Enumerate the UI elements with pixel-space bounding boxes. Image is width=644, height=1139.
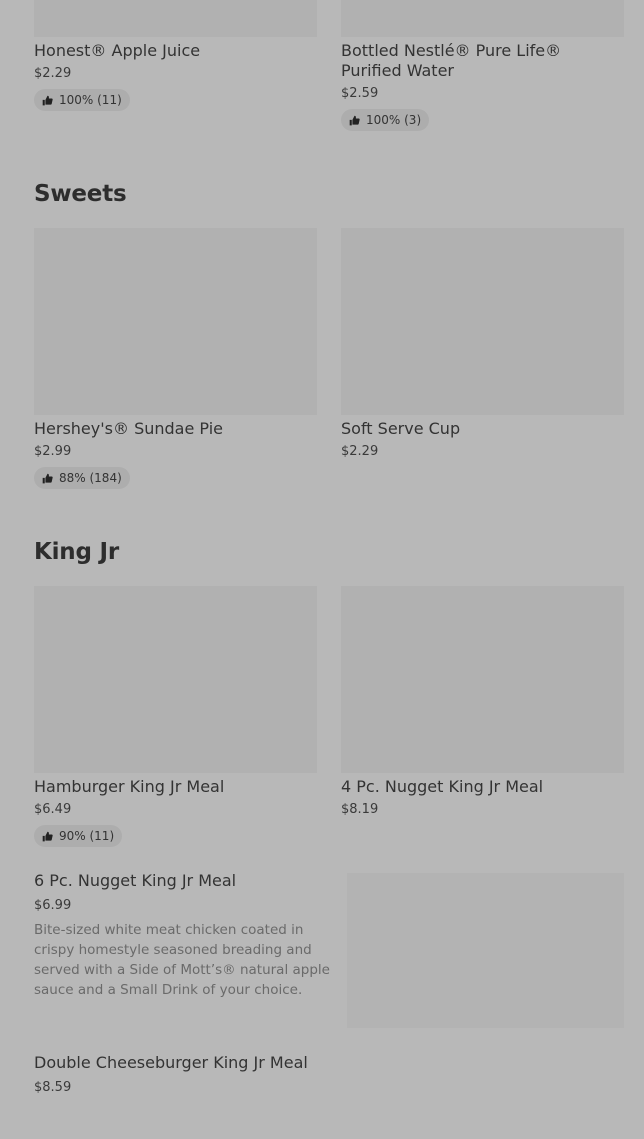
item-image-6pc-nugget-meal	[347, 873, 624, 1028]
section-title-sweets: Sweets	[34, 181, 127, 207]
list-item-6pc-nugget-meal[interactable]: 6 Pc. Nugget King Jr Meal $6.99 Bite-siz…	[34, 871, 624, 1029]
section-title-king-jr: King Jr	[34, 539, 120, 565]
rating-badge: 100% (3)	[341, 109, 430, 131]
item-image-honest-apple-juice[interactable]	[34, 0, 317, 37]
item-price: $6.49	[34, 802, 72, 817]
item-price: $2.59	[341, 86, 379, 101]
rating-text: 88% (184)	[59, 471, 122, 485]
item-image-hamburger-meal[interactable]	[34, 586, 317, 773]
rating-text: 100% (3)	[366, 113, 422, 127]
thumbs-up-icon	[349, 115, 360, 126]
thumbs-up-icon	[42, 473, 53, 484]
item-image-sundae-pie[interactable]	[34, 228, 317, 415]
item-name[interactable]: Soft Serve Cup	[341, 419, 460, 439]
item-description: Bite-sized white meat chicken coated in …	[34, 922, 330, 998]
item-image-4pc-nugget-meal[interactable]	[341, 586, 624, 773]
item-image-bottled-water[interactable]	[341, 0, 624, 37]
rating-badge: 100% (11)	[34, 89, 130, 111]
item-name[interactable]: Honest® Apple Juice	[34, 41, 317, 61]
list-item-double-cheeseburger-meal[interactable]: Double Cheeseburger King Jr Meal $8.59	[34, 1053, 624, 1103]
item-price: $8.59	[34, 1080, 72, 1095]
item-price: $8.19	[341, 802, 379, 817]
rating-text: 100% (11)	[59, 93, 122, 107]
item-name: Double Cheeseburger King Jr Meal	[34, 1053, 308, 1072]
item-name[interactable]: Bottled Nestlé® Pure Life® Purified Wate…	[341, 41, 624, 81]
item-name[interactable]: 4 Pc. Nugget King Jr Meal	[341, 777, 543, 797]
item-name[interactable]: Hershey's® Sundae Pie	[34, 419, 223, 439]
item-price: $6.99	[34, 898, 72, 913]
rating-badge: 90% (11)	[34, 825, 123, 847]
item-name: 6 Pc. Nugget King Jr Meal	[34, 871, 237, 890]
item-price: $2.29	[341, 444, 379, 459]
rating-badge: 88% (184)	[34, 467, 130, 489]
thumbs-up-icon	[42, 831, 53, 842]
item-image-soft-serve-cup[interactable]	[341, 228, 624, 415]
thumbs-up-icon	[42, 95, 53, 106]
item-price: $2.29	[34, 66, 72, 81]
item-name[interactable]: Hamburger King Jr Meal	[34, 777, 224, 797]
rating-text: 90% (11)	[59, 829, 115, 843]
item-price: $2.99	[34, 444, 72, 459]
